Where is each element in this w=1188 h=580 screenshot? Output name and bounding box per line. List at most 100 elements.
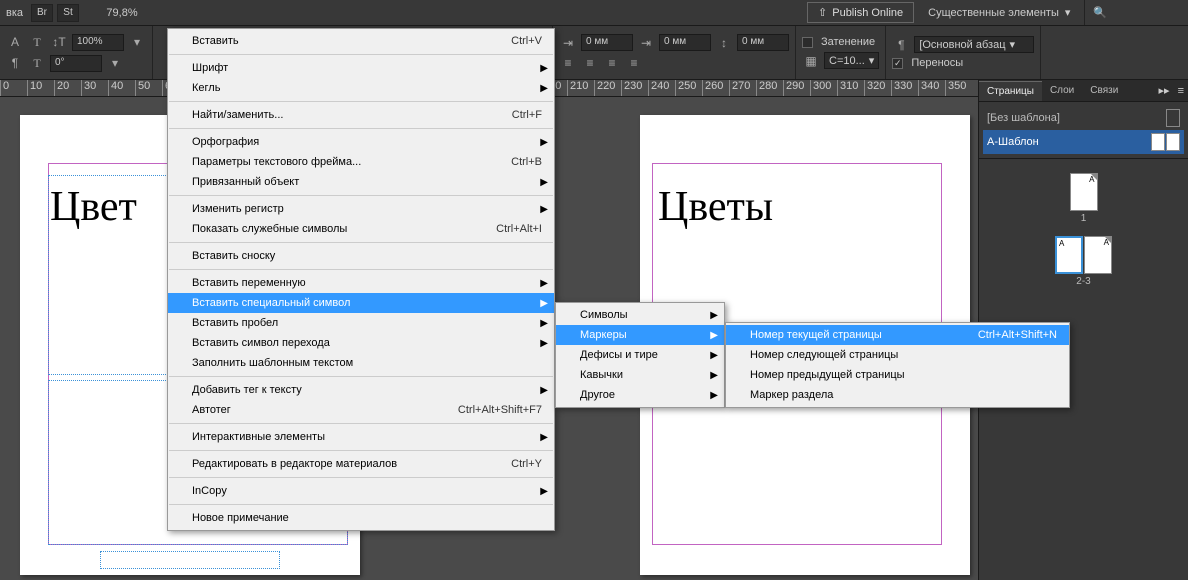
pages-thumbnails: A 1 A A 2-3 [983, 163, 1184, 287]
submenu-special-char[interactable]: Символы▶Маркеры▶Дефисы и тире▶Кавычки▶Др… [555, 302, 725, 408]
chevron-down-icon[interactable]: ▾ [106, 55, 124, 71]
panel-menu-icon[interactable]: ≡ [1174, 85, 1188, 97]
indent-left-icon[interactable]: ⇥ [559, 35, 577, 51]
master-none-row[interactable]: [Без шаблона] [983, 106, 1184, 130]
workspace-switcher[interactable]: Существенные элементы ▾ [914, 6, 1084, 19]
menu-item[interactable]: Номер текущей страницыCtrl+Alt+Shift+N [726, 325, 1069, 345]
zoom-percent-input[interactable]: 100% [72, 34, 124, 51]
menu-item[interactable]: Символы▶ [556, 305, 724, 325]
page-number-label: 1 [1081, 213, 1087, 224]
page-thumb-1[interactable]: A [1070, 173, 1098, 211]
menu-item[interactable]: Орфография▶ [168, 132, 554, 152]
page-thumb-3[interactable]: A [1084, 236, 1112, 274]
menu-item-label: Маркер раздела [750, 389, 1057, 401]
page-thumb-2[interactable]: A [1055, 236, 1083, 274]
menu-separator [169, 101, 553, 102]
align-icon[interactable]: ≡ [625, 55, 643, 71]
menu-item[interactable]: Вставить пробел▶ [168, 313, 554, 333]
align-icon[interactable]: ≡ [603, 55, 621, 71]
menu-item[interactable]: Добавить тег к тексту▶ [168, 380, 554, 400]
menu-shortcut: Ctrl+Alt+Shift+F7 [458, 404, 542, 416]
menu-item[interactable]: АвтотегCtrl+Alt+Shift+F7 [168, 400, 554, 420]
master-none-thumb [1166, 109, 1180, 127]
menu-item[interactable]: Другое▶ [556, 385, 724, 405]
indent-left-input[interactable]: 0 мм [581, 34, 633, 51]
menu-item[interactable]: Кавычки▶ [556, 365, 724, 385]
menu-separator [169, 128, 553, 129]
type-tool-icon[interactable]: T [28, 34, 46, 50]
bridge-button[interactable]: Br [31, 4, 53, 22]
search-icon[interactable]: 🔍 [1084, 0, 1139, 25]
tab-layers[interactable]: Слои [1042, 81, 1082, 100]
tab-links[interactable]: Связи [1082, 81, 1126, 100]
rotation-input[interactable]: 0° [50, 55, 102, 72]
menu-shortcut: Ctrl+Alt+I [496, 223, 542, 235]
vertical-type-icon[interactable]: ↕T [50, 34, 68, 50]
ruler-tick: 320 [864, 80, 885, 96]
ruler-tick: 210 [567, 80, 588, 96]
menu-separator [169, 54, 553, 55]
menu-item[interactable]: Номер следующей страницы [726, 345, 1069, 365]
ruler-tick: 250 [675, 80, 696, 96]
page-heading-left: Цвет [50, 183, 137, 231]
para-format-icon[interactable]: ¶ [6, 55, 24, 71]
menu-item[interactable]: Номер предыдущей страницы [726, 365, 1069, 385]
menu-item[interactable]: Интерактивные элементы▶ [168, 427, 554, 447]
stock-button[interactable]: St [57, 4, 79, 22]
submenu-arrow-icon: ▶ [540, 278, 548, 289]
truncated-menu-label: вка [0, 0, 29, 25]
menu-item[interactable]: Показать служебные символыCtrl+Alt+I [168, 219, 554, 239]
menu-item-label: Редактировать в редакторе материалов [192, 458, 511, 470]
top-app-bar: вка Br St 79,8% ⇧ Publish Online Существ… [0, 0, 1188, 26]
context-menu-main[interactable]: ВставитьCtrl+V Шрифт▶Кегль▶ Найти/заменить… [167, 28, 555, 531]
menu-item-label: Орфография [192, 136, 542, 148]
menu-shortcut: Ctrl+Alt+Shift+N [978, 329, 1057, 341]
menu-item[interactable]: Найти/заменить...Ctrl+F [168, 105, 554, 125]
submenu-arrow-icon: ▶ [540, 385, 548, 396]
char-format-icon[interactable]: A [6, 34, 24, 50]
shading-swatch-select[interactable]: C=10...▾ [824, 52, 879, 69]
menu-separator [169, 376, 553, 377]
space-before-icon[interactable]: ↕ [715, 35, 733, 51]
submenu-arrow-icon: ▶ [540, 177, 548, 188]
ruler-tick: 340 [918, 80, 939, 96]
publish-online-button[interactable]: ⇧ Publish Online [807, 2, 914, 23]
menu-item[interactable]: Вставить специальный символ▶ [168, 293, 554, 313]
paragraph-style-select[interactable]: [Основной абзац▾ [914, 36, 1034, 53]
collapse-panel-icon[interactable]: ▸▸ [1155, 84, 1174, 97]
indent-first-icon[interactable]: ⇥ [637, 35, 655, 51]
menu-item[interactable]: Новое примечание [168, 508, 554, 528]
zoom-level-display[interactable]: 79,8% [87, 0, 157, 25]
menu-item-label: Добавить тег к тексту [192, 384, 542, 396]
menu-item[interactable]: ВставитьCtrl+V [168, 31, 554, 51]
menu-item[interactable]: Шрифт▶ [168, 58, 554, 78]
ruler-tick: 40 [108, 80, 123, 96]
menu-item[interactable]: Вставить символ перехода▶ [168, 333, 554, 353]
menu-item[interactable]: Маркеры▶ [556, 325, 724, 345]
menu-item[interactable]: Параметры текстового фрейма...Ctrl+B [168, 152, 554, 172]
menu-item[interactable]: Вставить сноску [168, 246, 554, 266]
align-icon[interactable]: ≡ [559, 55, 577, 71]
menu-separator [169, 477, 553, 478]
menu-item[interactable]: Привязанный объект▶ [168, 172, 554, 192]
submenu-markers[interactable]: Номер текущей страницыCtrl+Alt+Shift+NНо… [725, 322, 1070, 408]
hyphenation-checkbox[interactable]: ✓ [892, 58, 903, 69]
chevron-down-icon[interactable]: ▾ [128, 34, 146, 50]
indent-first-input[interactable]: 0 мм [659, 34, 711, 51]
master-a-row[interactable]: А-Шаблон [983, 130, 1184, 154]
menu-item[interactable]: InCopy▶ [168, 481, 554, 501]
menu-item[interactable]: Вставить переменную▶ [168, 273, 554, 293]
menu-separator [169, 450, 553, 451]
space-before-input[interactable]: 0 мм [737, 34, 789, 51]
menu-item[interactable]: Маркер раздела [726, 385, 1069, 405]
menu-item[interactable]: Изменить регистр▶ [168, 199, 554, 219]
shading-checkbox[interactable] [802, 37, 813, 48]
menu-item[interactable]: Редактировать в редакторе материаловCtrl… [168, 454, 554, 474]
menu-item[interactable]: Кегль▶ [168, 78, 554, 98]
tab-pages[interactable]: Страницы [979, 81, 1042, 101]
vertical-text-icon[interactable]: T [28, 55, 46, 71]
align-icon[interactable]: ≡ [581, 55, 599, 71]
menu-item[interactable]: Заполнить шаблонным текстом [168, 353, 554, 373]
shading-label: Затенение [821, 36, 875, 48]
menu-item[interactable]: Дефисы и тире▶ [556, 345, 724, 365]
